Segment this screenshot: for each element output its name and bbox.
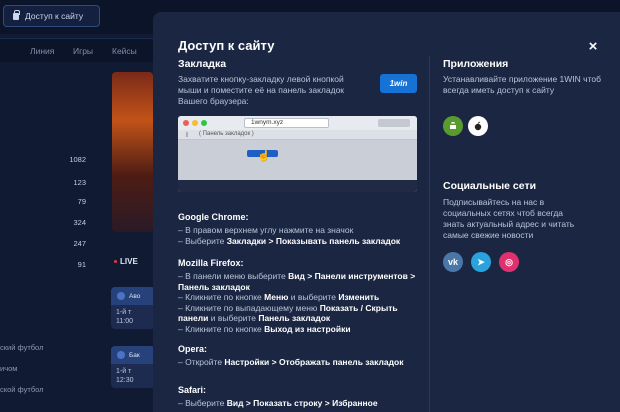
browser-toolbar: 1wnym.xyz [178,116,417,130]
instruction-text: – В панели меню выберите [178,271,289,281]
instruction-bold: Изменить [338,292,380,302]
team-icon [117,292,125,300]
browser-search-box [378,119,410,127]
telegram-icon[interactable]: ➤ [471,252,491,272]
sport-count: 324 [73,218,86,227]
instruction-bold: Закладки > Показывать панель закладок [226,235,401,246]
browser-block: Safari: – Выберите Вид > Показать строку … [178,385,423,409]
sport-count: 91 [77,260,86,269]
browser-name: Google Chrome: [178,212,249,222]
browser-page: ☝ [178,140,417,180]
nav-item-games[interactable]: Игры [73,46,93,56]
match-time: 11:00 [116,318,133,325]
instruction-bold: Настройки > Отображать панель закладок [224,357,404,367]
match-card[interactable]: Бак 1-й т 12:30 [111,346,155,388]
bookmark-1win-button[interactable]: 1win [380,74,417,93]
lock-icon [13,9,20,20]
instruction-step: – Кликните по кнопке Меню и выберите Изм… [178,292,423,303]
bookmark-text: Захватите кнопку-закладку левой кнопкой … [178,74,345,106]
modal-title: Доступ к сайту [178,38,275,53]
close-dot-icon [183,120,189,126]
site-access-button[interactable]: Доступ к сайту [3,5,100,27]
browser-block: Google Chrome: – В правом верхнем углу на… [178,212,423,246]
instruction-step: – Откройте Настройки > Отображать панель… [178,357,423,368]
instruction-text: – Выберите [178,398,227,408]
nav-item-cases[interactable]: Кейсы [112,46,137,56]
instruction-text: и выберите [288,292,339,302]
match-title: Бак [129,351,140,359]
social-title: Социальные сети [443,180,537,192]
promo-banner[interactable] [112,72,153,232]
site-access-label: Доступ к сайту [25,11,84,21]
browser-name: Opera: [178,344,208,354]
apps-title: Приложения [443,58,509,70]
maximize-dot-icon [201,120,207,126]
bookmarks-bar-label: ( Панель закладок ) [199,131,254,137]
instruction-text: – Кликните по выпадающему меню [178,302,320,313]
instruction-text: – Откройте [178,357,225,367]
vk-icon[interactable]: vk [443,252,463,272]
bookmark-title: Закладка [178,58,227,70]
apps-text: Устанавливайте приложение 1WIN чтоб всег… [443,74,601,95]
browser-block: Opera: – Откройте Настройки > Отображать … [178,344,423,368]
instruction-bold: Панель закладок [258,313,331,323]
hand-cursor-icon: ☝ [257,150,271,162]
instruction-step: – В панели меню выберите Вид > Панели ин… [178,271,423,292]
match-title: Аво [129,292,141,300]
instruction-step: – Выберите Вид > Показать строку > Избра… [178,398,423,409]
apple-icon[interactable] [468,116,488,136]
match-period: 1-й т [116,309,132,316]
match-period: 1-й т [116,368,132,375]
instruction-step: – Кликните по выпадающему меню Показать … [178,303,423,324]
bookmarks-bar: ||| ( Панель закладок ) [178,130,417,140]
instruction-text: и выберите [208,313,259,323]
sport-label[interactable]: ичом [0,364,17,373]
browser-footer [178,180,417,192]
instruction-step: – Выберите Закладки > Показывать панель … [178,236,423,247]
nav-item-line[interactable]: Линия [30,46,54,56]
instruction-text: – В правом верхнем углу нажмите на значо… [178,225,354,235]
sport-label[interactable]: ской футбол [0,385,44,394]
sport-label[interactable]: ский футбол [0,343,43,352]
demo-url: 1wnym.xyz [244,118,329,128]
android-icon[interactable] [443,116,463,136]
match-card[interactable]: Аво 1-й т 11:00 [111,287,155,329]
close-icon[interactable]: × [583,37,603,57]
sport-count: 247 [73,239,86,248]
instagram-icon[interactable]: ◎ [499,252,519,272]
instruction-step: – Кликните по кнопке Выход из настройки [178,324,423,335]
sport-count: 1082 [69,155,86,164]
instruction-text: – Кликните по кнопке [178,292,265,302]
sport-count: 79 [77,197,86,206]
match-time: 12:30 [116,377,134,384]
instruction-text: – Выберите [178,235,227,246]
live-label: LIVE [120,257,138,266]
minimize-dot-icon [192,120,198,126]
instruction-bold: Выход из настройки [264,323,351,334]
instruction-bold: Меню [264,292,289,302]
browser-illustration: 1wnym.xyz ||| ( Панель закладок ) ☝ [178,116,417,192]
instruction-bold: Вид > Показать строку > Избранное [226,398,378,408]
sport-count: 123 [73,178,86,187]
browser-block: Mozilla Firefox: – В панели меню выберите… [178,258,423,334]
browser-name: Safari: [178,385,207,395]
social-text: Подписывайтесь на нас в социальных сетях… [443,197,575,240]
instruction-step: – В правом верхнем углу нажмите на значо… [178,225,423,236]
team-icon [117,351,125,359]
site-access-modal: Доступ к сайту × Закладка Захватите кноп… [153,12,620,412]
grip-icon: ||| [186,132,188,138]
browser-name: Mozilla Firefox: [178,258,244,268]
live-dot-icon [114,260,117,263]
instruction-text: – Кликните по кнопке [178,323,265,334]
column-divider [429,56,430,412]
